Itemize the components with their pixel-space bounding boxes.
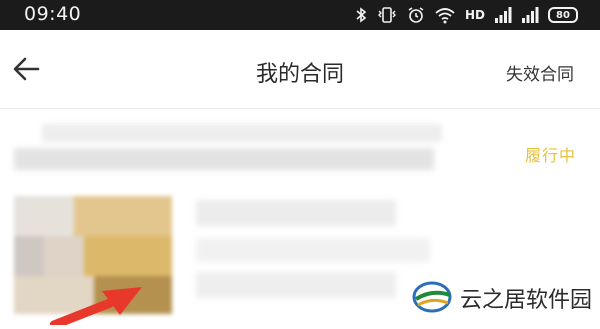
status-icons: HD 80	[355, 4, 578, 26]
header-divider	[0, 108, 600, 109]
yunzhiju-logo-icon	[410, 277, 454, 319]
status-bar: 09:40 HD 80	[0, 0, 600, 30]
blurred-text	[42, 124, 442, 142]
status-time: 09:40	[24, 3, 82, 25]
watermark: 云之居软件园	[410, 276, 592, 320]
battery-level: 80	[556, 9, 570, 21]
blurred-text	[196, 200, 396, 226]
bluetooth-icon	[355, 6, 367, 24]
signal-icon	[521, 6, 539, 24]
alarm-icon	[407, 6, 425, 24]
vibrate-icon	[376, 6, 398, 24]
app-header: 我的合同 失效合同	[0, 30, 600, 108]
contract-status-badge: 履行中	[524, 146, 576, 165]
invalid-contracts-link[interactable]: 失效合同	[506, 60, 574, 85]
blurred-text	[196, 272, 396, 298]
battery-icon: 80	[548, 7, 578, 23]
blurred-text	[196, 238, 430, 262]
blurred-text	[14, 148, 434, 170]
wifi-icon	[434, 6, 456, 24]
watermark-text: 云之居软件园	[460, 288, 593, 313]
network-type-label: HD	[464, 8, 485, 22]
signal-icon	[494, 6, 512, 24]
red-arrow-annotation	[49, 285, 145, 329]
